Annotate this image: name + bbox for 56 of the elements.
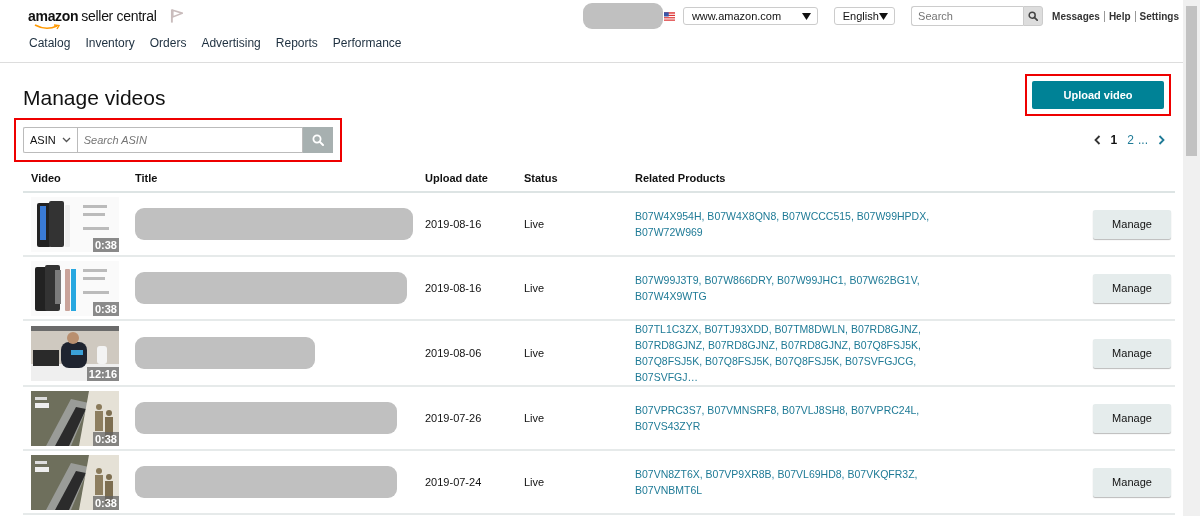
nav-item[interactable]: Advertising <box>201 36 261 62</box>
nav-item[interactable]: Inventory <box>85 36 135 62</box>
page-link[interactable]: 1 <box>1110 133 1118 147</box>
nav-item[interactable]: Orders <box>149 36 187 62</box>
table-cell: 2019-08-16 <box>417 256 516 320</box>
search-button[interactable] <box>1023 6 1044 26</box>
table-cell: Live <box>516 256 627 320</box>
table-cell: 2019-07-24 <box>417 450 516 514</box>
header-link[interactable]: Messages <box>1048 10 1104 22</box>
scrollbar[interactable] <box>1183 0 1200 516</box>
search-icon <box>1028 11 1039 21</box>
nav-item[interactable]: Performance <box>332 36 402 62</box>
logo-product: seller central <box>81 8 157 24</box>
nav-item[interactable]: Reports <box>275 36 318 62</box>
column-header: Upload date <box>417 172 516 192</box>
manage-button[interactable]: Manage <box>1093 403 1171 433</box>
page-title: Manage videos <box>23 86 166 110</box>
product-links[interactable]: B07TL1C3ZX, B07TJ93XDD, B07TM8DWLN, B07RD8GJNZ, B07RD8GJNZ, B07RD8GJNZ, B07RD8GJNZ, B07Q8FSJ5K, B07Q8FSJ5K, B07Q8FSJ5K, B07Q8FSJ5K, B07SVFGJCG, B07SVFGJ… <box>635 321 940 385</box>
column-header: Status <box>516 172 627 192</box>
search-field[interactable]: Search <box>911 6 1024 26</box>
column-header: Related Products <box>627 172 1075 192</box>
header-link[interactable]: Help <box>1103 10 1135 22</box>
column-header: Video <box>23 172 127 192</box>
manage-button[interactable]: Manage <box>1093 273 1171 303</box>
table-cell: 2019-08-06 <box>417 320 516 386</box>
product-links[interactable]: B07VN8ZT6X, B07VP9XR8B, B07VL69HD8, B07VKQFR3Z, B07VNBMT6L <box>635 466 940 498</box>
smile-icon <box>34 24 60 30</box>
table-cell: Live <box>516 450 627 514</box>
table-cell: Live <box>516 320 627 386</box>
filter-type-dropdown[interactable]: ASIN <box>23 127 77 153</box>
previous-page-icon[interactable] <box>1093 135 1101 145</box>
next-page-icon[interactable] <box>1158 135 1165 145</box>
page-link[interactable]: 2 <box>1127 133 1134 147</box>
product-links[interactable]: B07VPRC3S7, B07VMNSRF8, B07VLJ8SH8, B07VPRC24L, B07VS43ZYR <box>635 402 940 434</box>
nav-item[interactable]: Catalog <box>29 36 71 62</box>
product-links[interactable]: B07W99J3T9, B07W866DRY, B07W99JHC1, B07W62BG1V, B07W4X9WTG <box>635 272 940 304</box>
product-links[interactable]: B07W4X954H, B07W4X8QN8, B07WCCC515, B07W99HPDX, B07W72W969 <box>635 208 940 240</box>
language-dropdown[interactable]: English <box>833 7 896 25</box>
table-cell: 2019-08-16 <box>417 192 516 256</box>
caret-icon <box>879 12 889 20</box>
manage-button[interactable]: Manage <box>1093 338 1171 368</box>
us-flag-icon <box>663 11 675 21</box>
search-icon <box>312 134 324 146</box>
chevron-down-icon <box>61 137 71 143</box>
pagination-ellipsis: ... <box>1138 133 1148 147</box>
table-cell: 2019-07-26 <box>417 386 516 450</box>
caret-icon <box>801 12 811 20</box>
marketplace-dropdown[interactable]: www.amazon.com <box>682 7 818 25</box>
table-cell: Live <box>516 192 627 256</box>
table-cell: Live <box>516 386 627 450</box>
column-header: Title <box>127 172 417 192</box>
logo-brand: amazon <box>28 8 79 24</box>
manage-button[interactable]: Manage <box>1093 209 1171 239</box>
asin-search-field[interactable]: Search ASIN <box>76 127 303 153</box>
manage-button[interactable]: Manage <box>1093 467 1171 497</box>
upload-button[interactable]: Upload video <box>1032 81 1164 109</box>
